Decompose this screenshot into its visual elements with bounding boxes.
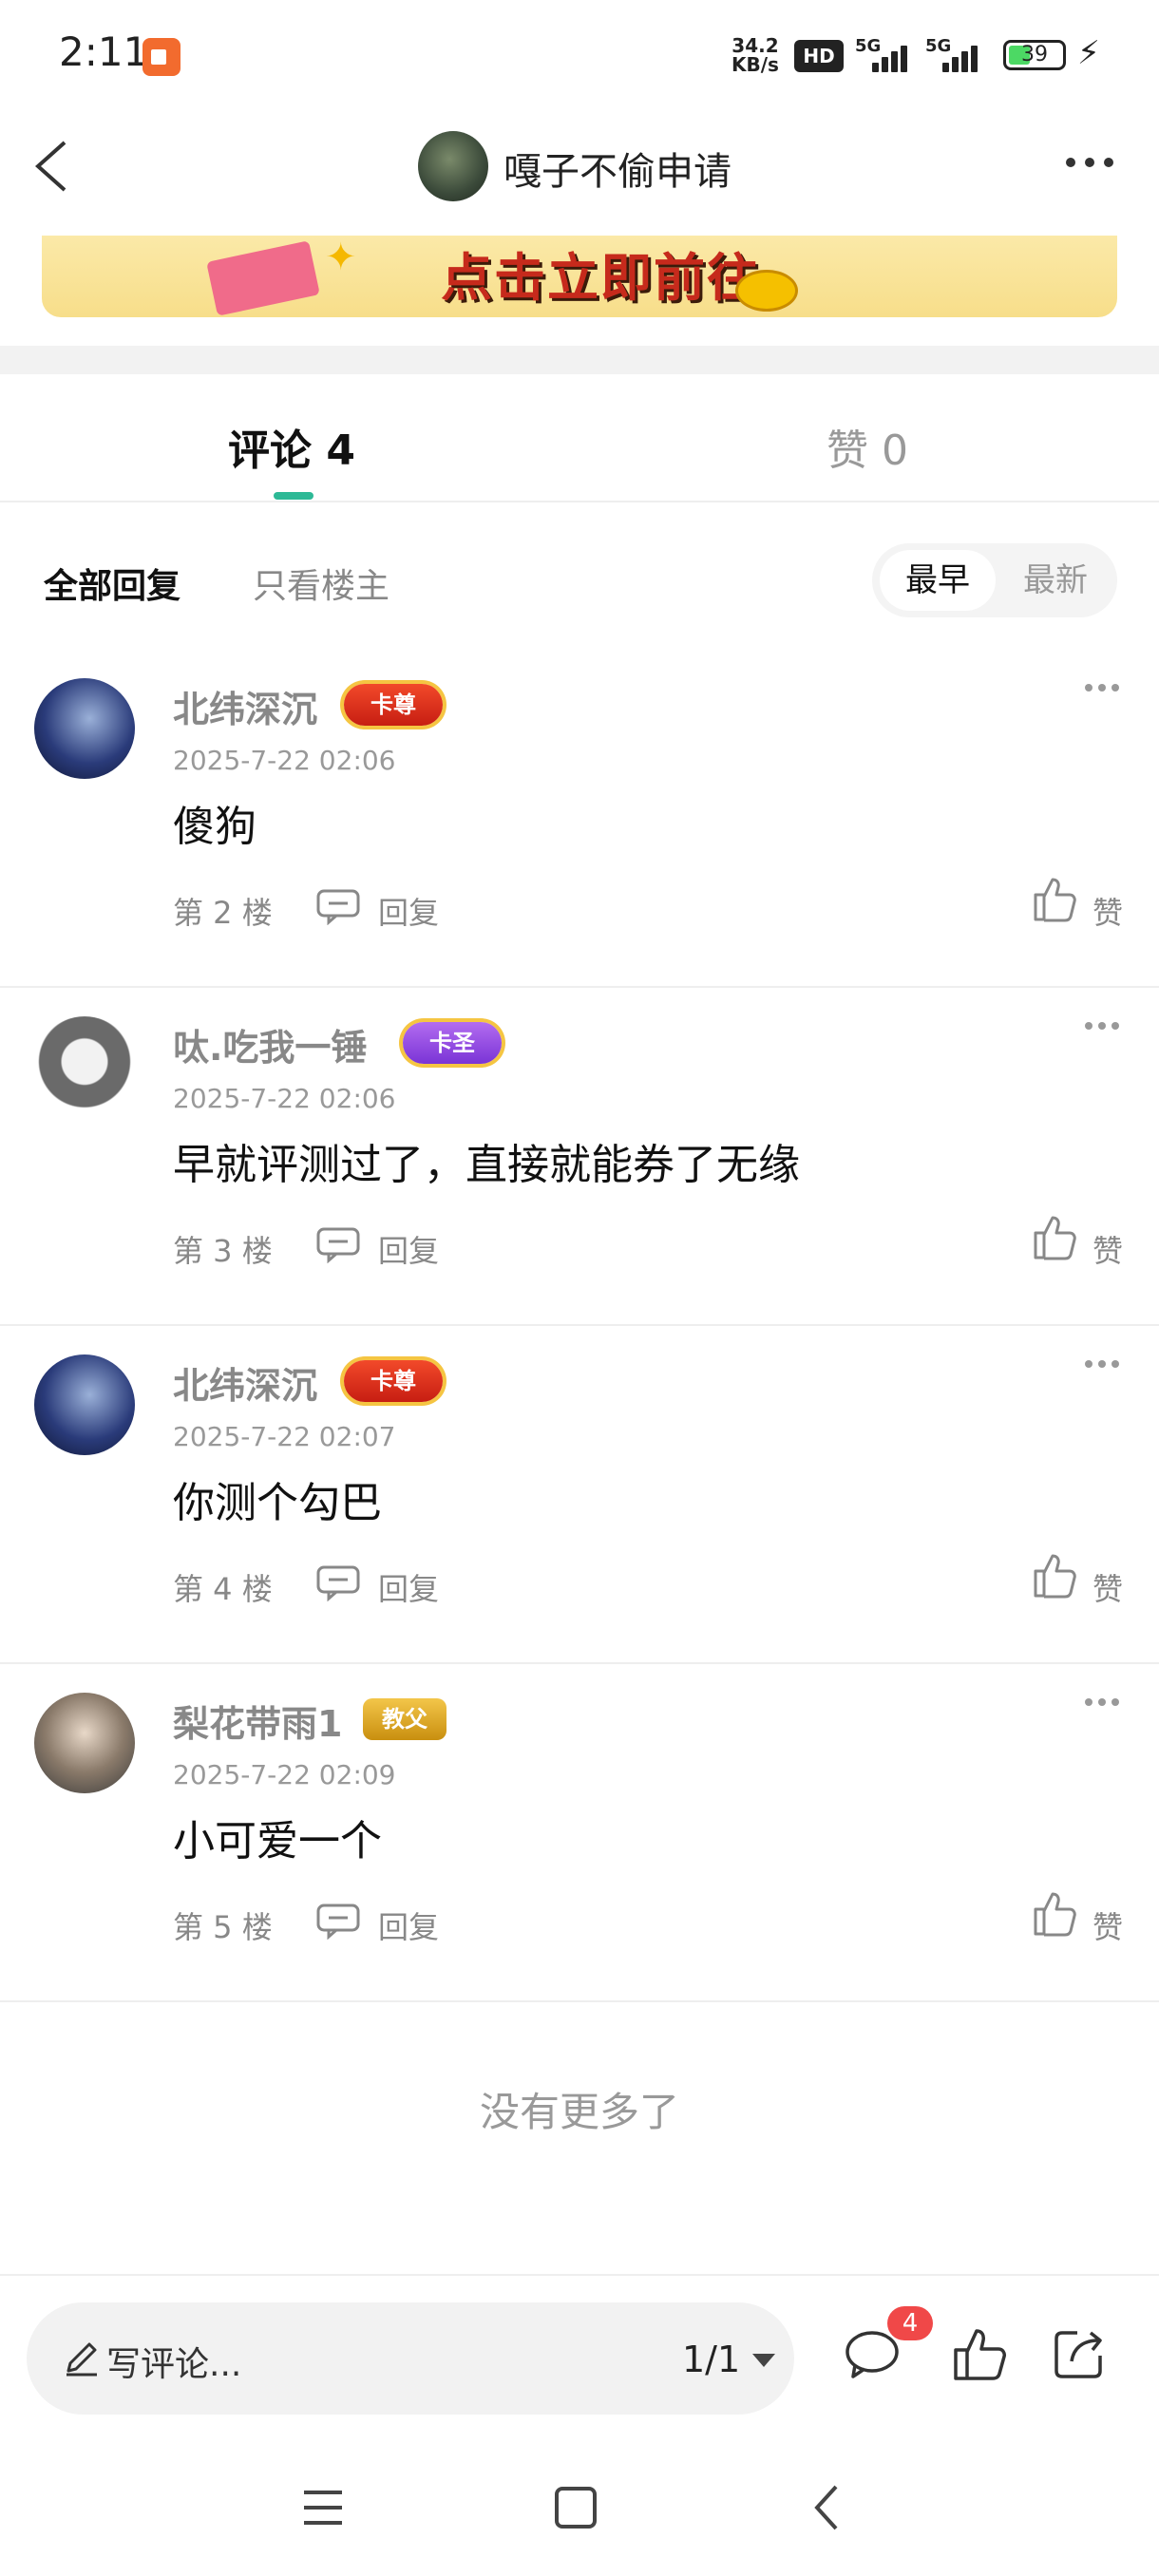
reply-icon[interactable] [315, 1902, 361, 1940]
network-speed-value: 34.2 [732, 34, 779, 57]
comment-item: 呔.吃我一锤 卡圣 2025-7-22 02:06 早就评测过了，直接就能券了无… [0, 988, 1159, 1326]
tab-comments[interactable]: 评论 4 [228, 416, 355, 477]
reply-button[interactable]: 回复 [378, 1565, 439, 1609]
sort-earliest-button[interactable]: 最早 [880, 550, 996, 611]
reply-icon[interactable] [315, 1225, 361, 1263]
sort-newest-button[interactable]: 最新 [999, 550, 1112, 611]
comment-divider [0, 2000, 1159, 2002]
reply-button[interactable]: 回复 [378, 889, 439, 933]
comment-more-icon[interactable] [1085, 1360, 1123, 1373]
battery-level: 39 [1021, 43, 1048, 66]
comment-author[interactable]: 北纬深沉 [173, 680, 317, 732]
floor-number: 第 3 楼 [173, 1233, 273, 1269]
reply-icon[interactable] [315, 887, 361, 925]
pencil-icon [66, 2342, 97, 2377]
thumb-up-icon[interactable] [950, 2323, 1011, 2384]
like-button[interactable]: 赞 [1092, 889, 1123, 933]
bottom-divider [0, 2274, 1159, 2276]
promo-banner[interactable]: ✦ 点击立即前往 [42, 236, 1117, 317]
network-speed-unit: KB/s [732, 53, 779, 76]
chevron-down-icon[interactable] [752, 2354, 775, 2367]
avatar[interactable] [34, 1354, 135, 1455]
comment-item: 北纬深沉 卡尊 2025-7-22 02:06 傻狗 第 2 楼 回复 赞 [0, 650, 1159, 988]
like-button[interactable]: 赞 [1092, 1904, 1123, 1947]
comment-time: 2025-7-22 02:09 [173, 1759, 396, 1790]
end-of-list-text: 没有更多了 [479, 2089, 679, 2135]
reply-icon[interactable] [315, 1563, 361, 1601]
comment-text: 早就评测过了，直接就能券了无缘 [173, 1141, 800, 1189]
hd-icon: HD [794, 40, 844, 72]
network-speed: 34.2 KB/s [732, 36, 779, 74]
like-button[interactable]: 赞 [1092, 1227, 1123, 1271]
like-button[interactable]: 赞 [1092, 1565, 1123, 1609]
coin-icon [735, 270, 798, 312]
banner-text: 点击立即前往 [441, 248, 760, 308]
comment-more-icon[interactable] [1085, 684, 1123, 697]
status-time: 2:11 [59, 28, 149, 75]
comment-time: 2025-7-22 02:06 [173, 745, 396, 776]
comment-item: 梨花带雨1 教父 2025-7-22 02:09 小可爱一个 第 5 楼 回复 … [0, 1664, 1159, 2002]
tab-indicator [274, 492, 314, 500]
level-badge: 教父 [363, 1698, 446, 1740]
nav-back-icon[interactable] [800, 2479, 857, 2536]
menu-icon[interactable] [294, 2479, 352, 2536]
level-badge: 卡圣 [403, 1022, 502, 1064]
comment-author[interactable]: 梨花带雨1 [173, 1695, 342, 1747]
header-avatar[interactable] [418, 131, 488, 201]
share-icon[interactable] [1049, 2323, 1110, 2384]
back-icon[interactable] [27, 133, 84, 199]
page-indicator[interactable]: 1/1 [682, 2339, 740, 2380]
screen-record-icon [142, 38, 180, 76]
reply-button[interactable]: 回复 [378, 1904, 439, 1947]
floor-number: 第 5 楼 [173, 1909, 273, 1945]
reply-button[interactable]: 回复 [378, 1227, 439, 1271]
thumb-up-icon[interactable] [1032, 1550, 1077, 1600]
thumb-up-icon[interactable] [1032, 1888, 1077, 1938]
filter-op-only[interactable]: 只看楼主 [253, 559, 390, 608]
more-icon[interactable] [1062, 152, 1119, 175]
thumb-up-icon[interactable] [1032, 874, 1077, 923]
comment-author[interactable]: 北纬深沉 [173, 1356, 317, 1409]
avatar[interactable] [34, 1016, 135, 1117]
comment-count-badge: 4 [887, 2306, 933, 2340]
comment-author[interactable]: 呔.吃我一锤 [173, 1018, 367, 1070]
comment-time: 2025-7-22 02:06 [173, 1083, 396, 1114]
status-bar: 2:11 34.2 KB/s HD 5G 5G 39 ⚡ [0, 0, 1159, 114]
battery-icon: 39 [1003, 40, 1066, 70]
tab-divider [0, 501, 1159, 502]
comment-more-icon[interactable] [1085, 1022, 1123, 1035]
sparkle-icon: ✦ [325, 236, 357, 279]
comment-text: 傻狗 [173, 803, 256, 851]
write-comment-placeholder: 写评论... [106, 2345, 242, 2384]
signal-icon-2 [933, 44, 978, 72]
signal-icon-1 [863, 44, 908, 72]
comment-time: 2025-7-22 02:07 [173, 1421, 396, 1452]
comment-item: 北纬深沉 卡尊 2025-7-22 02:07 你测个勾巴 第 4 楼 回复 赞 [0, 1326, 1159, 1664]
tab-likes[interactable]: 赞 0 [826, 416, 908, 477]
page-title: 嘎子不偷申请 [504, 150, 732, 194]
sort-toggle: 最早 最新 [872, 543, 1117, 617]
thumb-up-icon[interactable] [1032, 1212, 1077, 1261]
floor-number: 第 4 楼 [173, 1571, 273, 1607]
section-divider [0, 346, 1159, 374]
avatar[interactable] [34, 678, 135, 779]
comment-text: 你测个勾巴 [173, 1479, 382, 1527]
filter-all-replies[interactable]: 全部回复 [44, 559, 180, 608]
avatar[interactable] [34, 1693, 135, 1793]
level-badge: 卡尊 [344, 1360, 443, 1402]
home-icon[interactable] [547, 2479, 604, 2536]
write-comment-input[interactable]: 写评论... 1/1 [27, 2302, 794, 2415]
charging-icon: ⚡ [1077, 34, 1100, 72]
level-badge: 卡尊 [344, 684, 443, 726]
comment-more-icon[interactable] [1085, 1698, 1123, 1712]
comment-text: 小可爱一个 [173, 1817, 382, 1866]
red-envelope-icon [206, 240, 320, 316]
floor-number: 第 2 楼 [173, 895, 273, 931]
